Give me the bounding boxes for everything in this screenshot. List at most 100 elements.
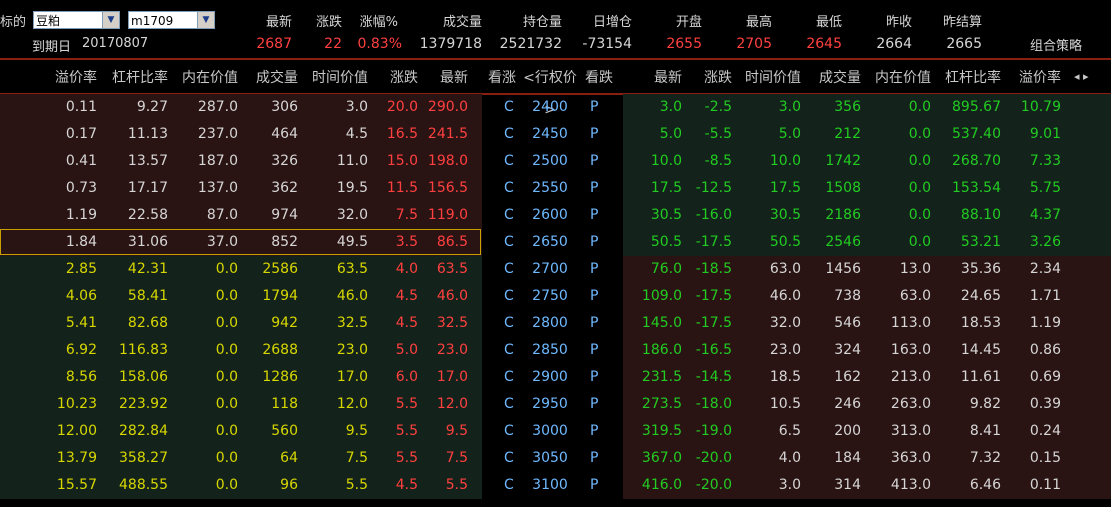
- put-cell[interactable]: 30.5: [651, 202, 682, 229]
- call-cell[interactable]: 16.5: [387, 121, 418, 148]
- call-cell[interactable]: 32.5: [437, 310, 468, 337]
- put-marker[interactable]: P: [590, 283, 598, 310]
- put-cell[interactable]: 546: [834, 310, 861, 337]
- strike-price[interactable]: 2400: [520, 94, 580, 121]
- table-row[interactable]: 10.23 223.92 0.0 118 12.0 5.5 12.0 C 2950 P 273.5-…: [0, 391, 1111, 418]
- put-cell[interactable]: 4.0: [779, 445, 801, 472]
- put-cell[interactable]: 14.45: [961, 337, 1001, 364]
- call-cell[interactable]: 9.27: [137, 94, 168, 121]
- call-cell[interactable]: 119.0: [428, 202, 468, 229]
- call-cell[interactable]: 15.0: [387, 148, 418, 175]
- put-cell[interactable]: -8.5: [705, 148, 732, 175]
- strike-price[interactable]: 2600: [520, 202, 580, 229]
- call-cell[interactable]: 326: [271, 148, 298, 175]
- call-cell[interactable]: 82.68: [128, 310, 168, 337]
- put-cell[interactable]: 3.0: [779, 472, 801, 499]
- table-row[interactable]: 15.57 488.55 0.0 96 5.5 4.5 5.5 C 3100 P 416.0 -20.…: [0, 472, 1111, 499]
- call-cell[interactable]: 3.0: [346, 94, 368, 121]
- put-cell[interactable]: 1.71: [1030, 283, 1061, 310]
- call-cell[interactable]: 42.31: [128, 256, 168, 283]
- call-cell[interactable]: 3.5: [396, 229, 418, 256]
- put-cell[interactable]: -16.0: [696, 202, 732, 229]
- put-cell[interactable]: -17.5: [696, 310, 732, 337]
- column-header[interactable]: 内在价值: [875, 62, 931, 94]
- call-cell[interactable]: 1286: [262, 364, 298, 391]
- call-marker[interactable]: C: [504, 229, 514, 256]
- call-cell[interactable]: 488.55: [119, 472, 168, 499]
- strike-price[interactable]: 3100: [520, 472, 580, 499]
- put-marker[interactable]: P: [590, 418, 598, 445]
- call-cell[interactable]: 31.06: [128, 229, 168, 256]
- call-cell[interactable]: 2586: [262, 256, 298, 283]
- call-cell[interactable]: 358.27: [119, 445, 168, 472]
- table-row[interactable]: 0.17 11.13 237.0 464 4.5 16.5 241.5 C 2450 P 5.0 -5…: [0, 121, 1111, 148]
- call-cell[interactable]: 290.0: [428, 94, 468, 121]
- call-marker[interactable]: C: [504, 256, 514, 283]
- put-cell[interactable]: 3.26: [1030, 229, 1061, 256]
- put-cell[interactable]: 1508: [825, 175, 861, 202]
- call-cell[interactable]: 4.5: [396, 283, 418, 310]
- call-cell[interactable]: 20.0: [387, 94, 418, 121]
- call-cell[interactable]: 1.84: [66, 229, 97, 256]
- put-cell[interactable]: 367.0: [642, 445, 682, 472]
- call-cell[interactable]: 0.0: [216, 364, 238, 391]
- put-cell[interactable]: 18.53: [961, 310, 1001, 337]
- put-cell[interactable]: -18.0: [696, 391, 732, 418]
- call-cell[interactable]: 5.5: [396, 445, 418, 472]
- put-cell[interactable]: 1.19: [1030, 310, 1061, 337]
- strike-price[interactable]: 2750: [520, 283, 580, 310]
- put-marker[interactable]: P: [590, 202, 598, 229]
- put-marker[interactable]: P: [590, 445, 598, 472]
- call-cell[interactable]: 464: [271, 121, 298, 148]
- put-marker[interactable]: P: [590, 148, 598, 175]
- table-row[interactable]: 0.41 13.57 187.0 326 11.0 15.0 198.0 C 2500 P 10.0…: [0, 148, 1111, 175]
- call-cell[interactable]: 10.23: [57, 391, 97, 418]
- put-cell[interactable]: 0.0: [909, 148, 931, 175]
- call-marker[interactable]: C: [504, 94, 514, 121]
- call-marker[interactable]: C: [504, 391, 514, 418]
- call-cell[interactable]: 852: [271, 229, 298, 256]
- strike-price[interactable]: 2850: [520, 337, 580, 364]
- call-cell[interactable]: 5.5: [446, 472, 468, 499]
- put-cell[interactable]: 7.33: [1030, 148, 1061, 175]
- put-cell[interactable]: 24.65: [961, 283, 1001, 310]
- call-cell[interactable]: 0.0: [216, 472, 238, 499]
- call-cell[interactable]: 87.0: [207, 202, 238, 229]
- put-cell[interactable]: 5.0: [779, 121, 801, 148]
- chevron-down-icon[interactable]: ▼: [102, 12, 119, 28]
- put-cell[interactable]: 9.82: [970, 391, 1001, 418]
- table-row[interactable]: 1.19 22.58 87.0 974 32.0 7.5 119.0 C 2600 P 30.5 -1…: [0, 202, 1111, 229]
- put-marker[interactable]: P: [590, 229, 598, 256]
- call-cell[interactable]: 0.73: [66, 175, 97, 202]
- call-cell[interactable]: 7.5: [346, 445, 368, 472]
- put-cell[interactable]: 1742: [825, 148, 861, 175]
- put-cell[interactable]: 30.5: [770, 202, 801, 229]
- put-cell[interactable]: 0.24: [1030, 418, 1061, 445]
- put-cell[interactable]: 18.5: [770, 364, 801, 391]
- call-cell[interactable]: 8.56: [66, 364, 97, 391]
- put-cell[interactable]: 23.0: [770, 337, 801, 364]
- put-cell[interactable]: 212: [834, 121, 861, 148]
- call-cell[interactable]: 0.0: [216, 418, 238, 445]
- strike-price[interactable]: 3000: [520, 418, 580, 445]
- put-cell[interactable]: 273.5: [642, 391, 682, 418]
- chevron-down-icon[interactable]: ▼: [197, 12, 214, 28]
- put-cell[interactable]: 6.46: [970, 472, 1001, 499]
- call-cell[interactable]: 362: [271, 175, 298, 202]
- call-cell[interactable]: 1.19: [66, 202, 97, 229]
- call-cell[interactable]: 0.0: [216, 283, 238, 310]
- call-cell[interactable]: 4.5: [396, 310, 418, 337]
- call-cell[interactable]: 12.0: [437, 391, 468, 418]
- put-cell[interactable]: -2.5: [705, 94, 732, 121]
- strategy-button[interactable]: 组合策略: [1030, 35, 1082, 54]
- strike-price[interactable]: 2950: [520, 391, 580, 418]
- column-header[interactable]: 内在价值: [182, 62, 238, 94]
- put-cell[interactable]: 231.5: [642, 364, 682, 391]
- put-cell[interactable]: 213.0: [891, 364, 931, 391]
- call-cell[interactable]: 23.0: [337, 337, 368, 364]
- put-cell[interactable]: 2.34: [1030, 256, 1061, 283]
- call-cell[interactable]: 32.0: [337, 202, 368, 229]
- put-marker[interactable]: P: [590, 337, 598, 364]
- call-cell[interactable]: 4.0: [396, 256, 418, 283]
- strike-price[interactable]: 2700: [520, 256, 580, 283]
